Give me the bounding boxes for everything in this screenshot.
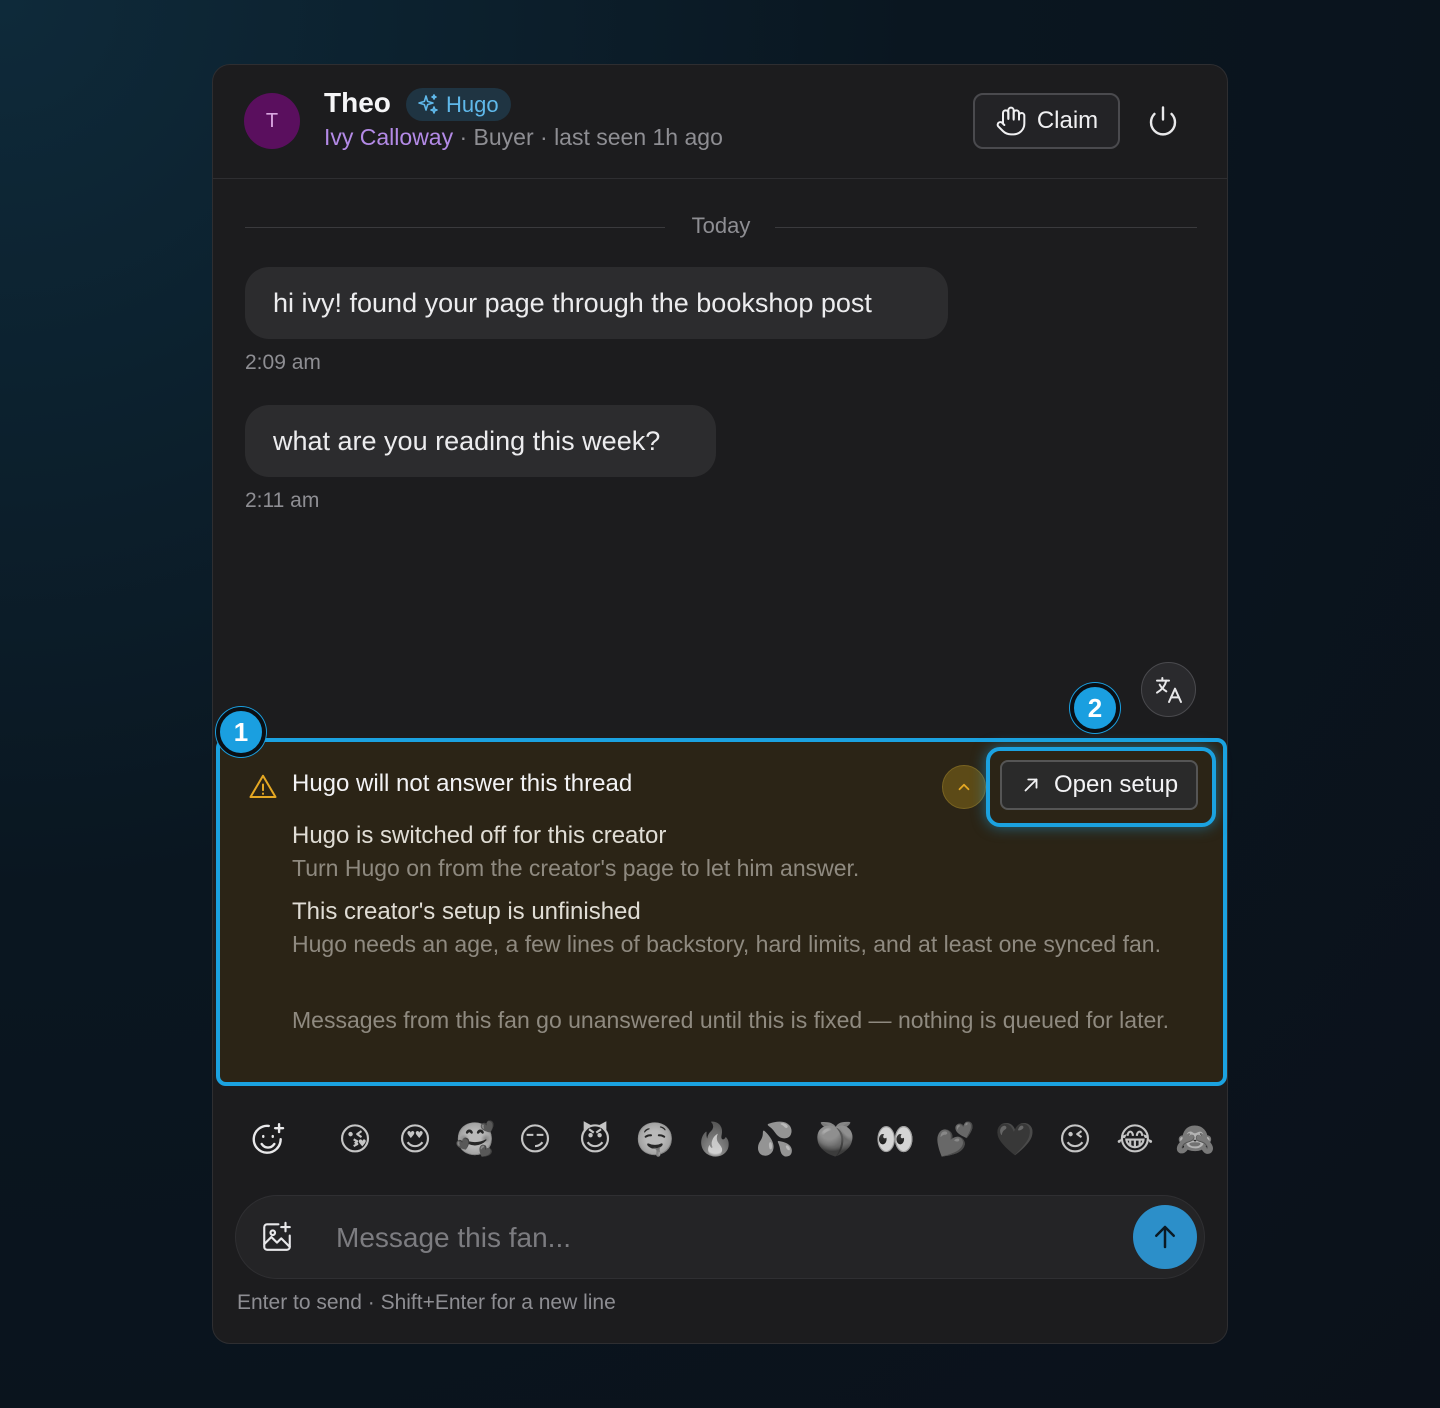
hand-icon (996, 106, 1026, 136)
warning-icon (249, 774, 277, 798)
open-setup-button[interactable]: Open setup (1000, 760, 1198, 810)
date-divider: Today (245, 213, 1197, 243)
emoji-heart-eyes[interactable]: 😍 (393, 1117, 437, 1161)
agent-disabled-alert: Hugo will not answer this thread Open se… (216, 738, 1227, 1086)
message-input[interactable] (336, 1216, 1116, 1260)
emoji-kiss[interactable]: 😘 (333, 1117, 377, 1161)
translate-button[interactable] (1141, 662, 1196, 717)
agent-badge-label: Hugo (446, 91, 499, 117)
power-icon (1149, 106, 1177, 136)
alert-item-title: Hugo is switched off for this creator (292, 822, 667, 849)
sparkles-icon (418, 93, 438, 114)
composer-hint: Enter to send · Shift+Enter for a new li… (237, 1291, 616, 1314)
alert-item-title: This creator's setup is unfinished (292, 898, 641, 925)
creator-name[interactable]: Ivy Calloway (324, 124, 453, 150)
open-setup-label: Open setup (1053, 771, 1179, 798)
emoji-hearts-face[interactable]: 🥰 (453, 1117, 497, 1161)
avatar[interactable]: T (244, 93, 300, 149)
divider-line (775, 227, 1197, 228)
emoji-drool[interactable]: 🤤 (633, 1117, 677, 1161)
fan-subline: Ivy Calloway · Buyer · last seen 1h ago (324, 124, 723, 151)
arrow-up-icon (1155, 1225, 1175, 1249)
message-bubble[interactable]: what are you reading this week? (245, 405, 716, 477)
power-button[interactable] (1145, 103, 1181, 139)
alert-item-desc: Turn Hugo on from the creator's page to … (292, 855, 860, 881)
alert-title: Hugo will not answer this thread (292, 770, 633, 797)
open-setup-highlight: Open setup (986, 747, 1216, 827)
date-divider-label: Today (691, 213, 751, 238)
arrow-up-right-icon (1024, 778, 1038, 792)
chat-header: T Theo Hugo Ivy Calloway · Buyer · last … (213, 65, 1227, 179)
emoji-wink[interactable]: 😉 (1053, 1117, 1097, 1161)
emoji-two-hearts[interactable]: 💕 (933, 1117, 977, 1161)
message-composer (235, 1195, 1205, 1279)
emoji-droplets[interactable]: 💦 (753, 1117, 797, 1161)
emoji-eyes[interactable]: 👀 (873, 1117, 917, 1161)
callout-marker-2: 2 (1070, 683, 1120, 733)
translate-icon (1155, 676, 1182, 703)
message-time: 2:11 am (245, 489, 320, 512)
emoji-fire[interactable]: 🔥 (693, 1117, 737, 1161)
emoji-devil[interactable]: 😈 (573, 1117, 617, 1161)
agent-badge[interactable]: Hugo (406, 88, 511, 121)
emoji-joy[interactable]: 😂 (1113, 1117, 1157, 1161)
claim-button[interactable]: Claim (973, 93, 1120, 149)
fan-name: Theo (324, 87, 391, 118)
send-button[interactable] (1133, 1205, 1197, 1269)
emoji-peach[interactable]: 🍑 (813, 1117, 857, 1161)
alert-note: Messages from this fan go unanswered unt… (292, 1007, 1170, 1033)
quick-emoji-bar: 😘 😍 🥰 😏 😈 🤤 🔥 💦 🍑 👀 💕 🖤 😉 😂 🙈 (249, 1117, 1215, 1161)
collapse-button[interactable] (942, 765, 986, 809)
emoji-see-no-evil[interactable]: 🙈 (1173, 1117, 1217, 1161)
alert-item-desc: Hugo needs an age, a few lines of backst… (292, 931, 1161, 957)
emoji-smirk[interactable]: 😏 (513, 1117, 557, 1161)
fan-meta: · Buyer · last seen 1h ago (453, 124, 723, 150)
chevron-up-icon (958, 783, 970, 791)
callout-marker-1: 1 (216, 707, 266, 757)
emoji-add-icon[interactable] (249, 1121, 287, 1159)
message-time: 2:09 am (245, 351, 321, 374)
emoji-black-heart[interactable]: 🖤 (993, 1117, 1037, 1161)
claim-label: Claim (1036, 107, 1099, 134)
image-add-icon[interactable] (260, 1220, 294, 1254)
message-bubble[interactable]: hi ivy! found your page through the book… (245, 267, 948, 339)
